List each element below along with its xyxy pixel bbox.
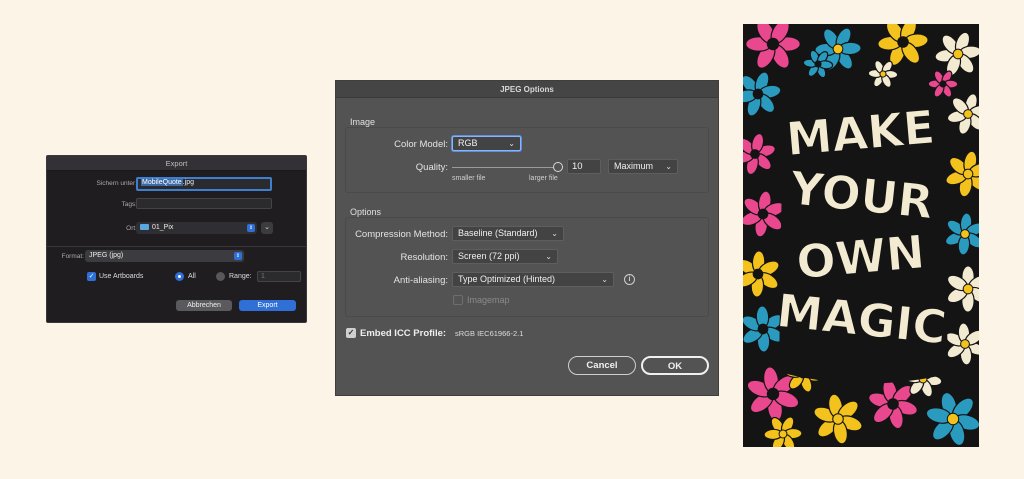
jpeg-options-dialog: JPEG Options Image Color Model: RGB ⌄ Qu… xyxy=(335,80,719,396)
compression-label: Compression Method: xyxy=(355,229,448,240)
color-model-value: RGB xyxy=(458,138,478,148)
chevron-down-icon: ⌄ xyxy=(508,139,515,148)
cancel-button[interactable]: Abbrechen xyxy=(176,300,232,311)
chevron-down-icon: ⌄ xyxy=(545,252,552,261)
all-label: All xyxy=(188,273,196,280)
export-dialog-title: Export xyxy=(47,156,306,171)
expand-chevron-icon[interactable]: ⌄ xyxy=(261,222,273,234)
poster-artwork: MAKE YOUR OWN MAGIC xyxy=(743,24,979,447)
quality-preset-value: Maximum xyxy=(614,161,654,171)
smaller-file-label: smaller file xyxy=(452,175,486,182)
filename-selected-text: MobileQuote xyxy=(141,179,183,186)
quality-preset-dropdown[interactable]: Maximum ⌄ xyxy=(608,159,678,174)
chevron-down-icon: ⌄ xyxy=(665,162,672,171)
embed-icc-checkbox[interactable]: ✓ xyxy=(346,328,356,338)
format-popup[interactable]: JPEG (jpg) ⇕ xyxy=(85,250,244,262)
resolution-value: Screen (72 ppi) xyxy=(458,251,520,261)
options-group-heading: Options xyxy=(350,207,382,217)
antialiasing-label: Anti-aliasing: xyxy=(393,275,448,286)
save-as-label: Sichern unter: xyxy=(96,180,137,187)
compression-dropdown[interactable]: Baseline (Standard) ⌄ xyxy=(452,226,564,241)
antialiasing-dropdown[interactable]: Type Optimized (Hinted) ⌄ xyxy=(452,272,614,287)
imagemap-label: Imagemap xyxy=(467,295,510,305)
location-popup[interactable]: 01_Pix ⇕ xyxy=(136,222,257,234)
color-model-label: Color Model: xyxy=(394,139,448,150)
resolution-dropdown[interactable]: Screen (72 ppi) ⌄ xyxy=(452,249,558,264)
location-value: 01_Pix xyxy=(152,224,174,231)
quality-slider-track[interactable] xyxy=(452,167,558,168)
ok-button[interactable]: OK xyxy=(641,356,709,375)
resolution-label: Resolution: xyxy=(400,252,448,263)
poster-lettering-word: OWN xyxy=(794,225,927,290)
location-label: Ort: xyxy=(126,225,137,232)
cancel-button[interactable]: Cancel xyxy=(568,356,636,375)
folder-icon xyxy=(140,224,149,231)
all-radio[interactable] xyxy=(175,272,184,281)
poster-illustration: MAKEYOUROWNMAGIC xyxy=(743,24,979,447)
larger-file-label: larger file xyxy=(529,175,558,182)
updown-arrows-icon: ⇕ xyxy=(247,224,255,232)
filename-field[interactable]: MobileQuote.jpg xyxy=(136,177,272,191)
jpeg-options-title: JPEG Options xyxy=(336,81,718,98)
range-label: Range: xyxy=(229,273,252,280)
quality-number-field[interactable]: 10 xyxy=(567,159,601,174)
use-artboards-checkbox[interactable]: ✓ xyxy=(87,272,96,281)
chevron-down-icon: ⌄ xyxy=(601,275,608,284)
image-group-heading: Image xyxy=(350,117,376,127)
export-button[interactable]: Export xyxy=(239,300,296,311)
tags-field[interactable] xyxy=(136,198,272,209)
embed-icc-label: Embed ICC Profile: xyxy=(360,328,447,339)
updown-arrows-icon: ⇕ xyxy=(234,252,242,260)
divider xyxy=(47,246,306,247)
range-field[interactable]: 1 xyxy=(257,271,301,282)
embed-icc-profile-value: sRGB IEC61966-2.1 xyxy=(455,329,524,338)
antialiasing-value: Type Optimized (Hinted) xyxy=(458,274,556,284)
compression-value: Baseline (Standard) xyxy=(458,228,538,238)
tags-label: Tags: xyxy=(121,201,137,208)
range-radio[interactable] xyxy=(216,272,225,281)
quality-slider-thumb[interactable] xyxy=(553,162,563,172)
imagemap-checkbox[interactable] xyxy=(453,295,463,305)
chevron-down-icon: ⌄ xyxy=(551,229,558,238)
filename-extension: .jpg xyxy=(182,179,194,186)
info-icon[interactable]: i xyxy=(624,274,635,285)
export-dialog: Export Sichern unter: MobileQuote.jpg Ta… xyxy=(46,155,307,323)
quality-label: Quality: xyxy=(415,162,448,173)
color-model-dropdown[interactable]: RGB ⌄ xyxy=(452,136,521,151)
format-label: Format: xyxy=(61,253,84,260)
use-artboards-label: Use Artboards xyxy=(99,273,144,280)
format-value: JPEG (jpg) xyxy=(89,252,124,259)
